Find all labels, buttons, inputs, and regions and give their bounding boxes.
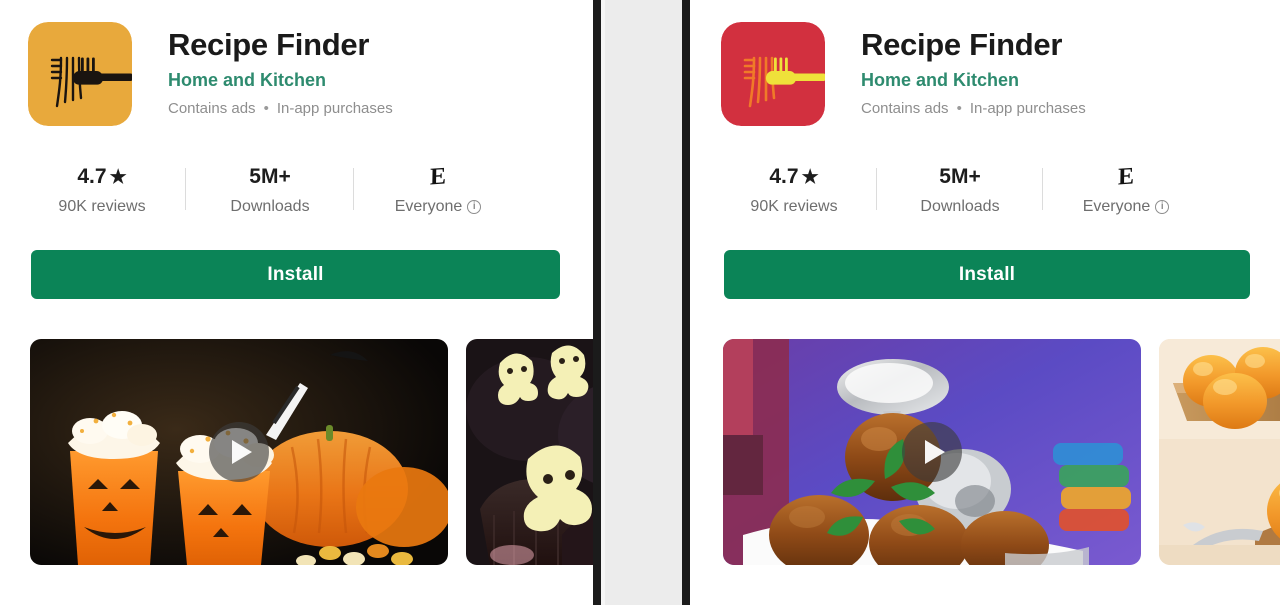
video-thumbnail[interactable] — [723, 339, 1141, 566]
divider-gap — [601, 0, 690, 605]
play-icon[interactable] — [902, 422, 962, 483]
star-icon: ★ — [109, 166, 127, 188]
divider-gap-highlight — [601, 0, 605, 605]
app-listing-comparison: Recipe Finder Home and Kitchen Contains … — [0, 0, 1280, 605]
content-rating-label-group: Everyone i — [354, 198, 522, 216]
stat-downloads: 5M+ Downloads — [186, 164, 354, 216]
video-thumbnail[interactable] — [30, 339, 448, 566]
app-title: Recipe Finder — [168, 27, 370, 62]
install-button-container: Install — [697, 250, 1280, 300]
esrb-letter: E — [1117, 163, 1135, 191]
app-developer[interactable]: Home and Kitchen — [861, 70, 1086, 91]
app-meta: Recipe Finder Home and Kitchen Contains … — [132, 22, 393, 118]
rating-label: 90K reviews — [58, 198, 146, 215]
info-icon[interactable]: i — [467, 200, 482, 215]
divider-bar-left — [593, 0, 601, 605]
app-meta: Recipe Finder Home and Kitchen Contains … — [825, 22, 1086, 118]
screenshot-thumbnail[interactable] — [1159, 339, 1280, 566]
divider-bar-right — [682, 0, 690, 605]
downloads-label: Downloads — [230, 198, 310, 215]
app-developer[interactable]: Home and Kitchen — [168, 70, 393, 91]
rating-value-group: 4.7 ★ — [711, 164, 877, 190]
screenshot-thumbnail[interactable] — [466, 339, 593, 566]
stat-content-rating[interactable]: E Everyone i — [354, 163, 522, 216]
play-icon[interactable] — [209, 422, 269, 483]
rating-value-group: 4.7 ★ — [18, 164, 186, 190]
esrb-everyone-icon: E — [1043, 163, 1209, 191]
recipe-finder-app-icon[interactable] — [721, 22, 825, 126]
install-button-container: Install — [0, 250, 593, 300]
rating-value: 4.7 — [769, 164, 799, 188]
bullet-separator: • — [263, 99, 269, 117]
in-app-purchases-label: In-app purchases — [276, 99, 393, 117]
star-icon: ★ — [801, 166, 819, 188]
esrb-everyone-icon: E — [354, 163, 522, 191]
rating-value: 4.7 — [77, 164, 107, 188]
stat-content-rating[interactable]: E Everyone i — [1043, 163, 1209, 216]
downloads-label: Downloads — [920, 198, 1000, 215]
in-app-purchases-label: In-app purchases — [969, 99, 1086, 117]
content-rating-label: Everyone — [1082, 198, 1151, 215]
app-header: Recipe Finder Home and Kitchen Contains … — [697, 0, 1280, 126]
media-gallery[interactable] — [697, 339, 1280, 566]
media-gallery[interactable] — [0, 339, 593, 566]
bullet-separator: • — [956, 99, 962, 117]
content-rating-label-group: Everyone i — [1043, 198, 1209, 216]
app-title: Recipe Finder — [861, 27, 1063, 62]
panel-divider — [593, 0, 697, 605]
app-stats-row: 4.7 ★ 90K reviews 5M+ Downloads E Everyo… — [697, 163, 1280, 216]
app-header: Recipe Finder Home and Kitchen Contains … — [0, 0, 593, 126]
downloads-value: 5M+ — [249, 164, 291, 188]
info-icon[interactable]: i — [1155, 200, 1170, 215]
rating-label: 90K reviews — [750, 198, 838, 215]
esrb-letter: E — [429, 163, 447, 191]
content-rating-label: Everyone — [394, 198, 463, 215]
contains-ads-label: Contains ads — [168, 99, 256, 117]
app-listing-panel-right: Recipe Finder Home and Kitchen Contains … — [697, 0, 1280, 605]
stat-rating[interactable]: 4.7 ★ 90K reviews — [711, 164, 877, 216]
install-button[interactable]: Install — [31, 250, 560, 300]
play-triangle — [232, 440, 252, 465]
app-monetization-note: Contains ads • In-app purchases — [861, 100, 1086, 118]
contains-ads-label: Contains ads — [861, 99, 949, 117]
app-monetization-note: Contains ads • In-app purchases — [168, 100, 393, 118]
stat-rating[interactable]: 4.7 ★ 90K reviews — [18, 164, 186, 216]
stat-downloads: 5M+ Downloads — [877, 164, 1043, 216]
recipe-finder-app-icon[interactable] — [28, 22, 132, 126]
play-triangle — [925, 440, 945, 465]
app-listing-panel-left: Recipe Finder Home and Kitchen Contains … — [0, 0, 593, 605]
downloads-value: 5M+ — [939, 164, 981, 188]
app-stats-row: 4.7 ★ 90K reviews 5M+ Downloads E Everyo… — [0, 163, 593, 216]
install-button[interactable]: Install — [724, 250, 1250, 300]
